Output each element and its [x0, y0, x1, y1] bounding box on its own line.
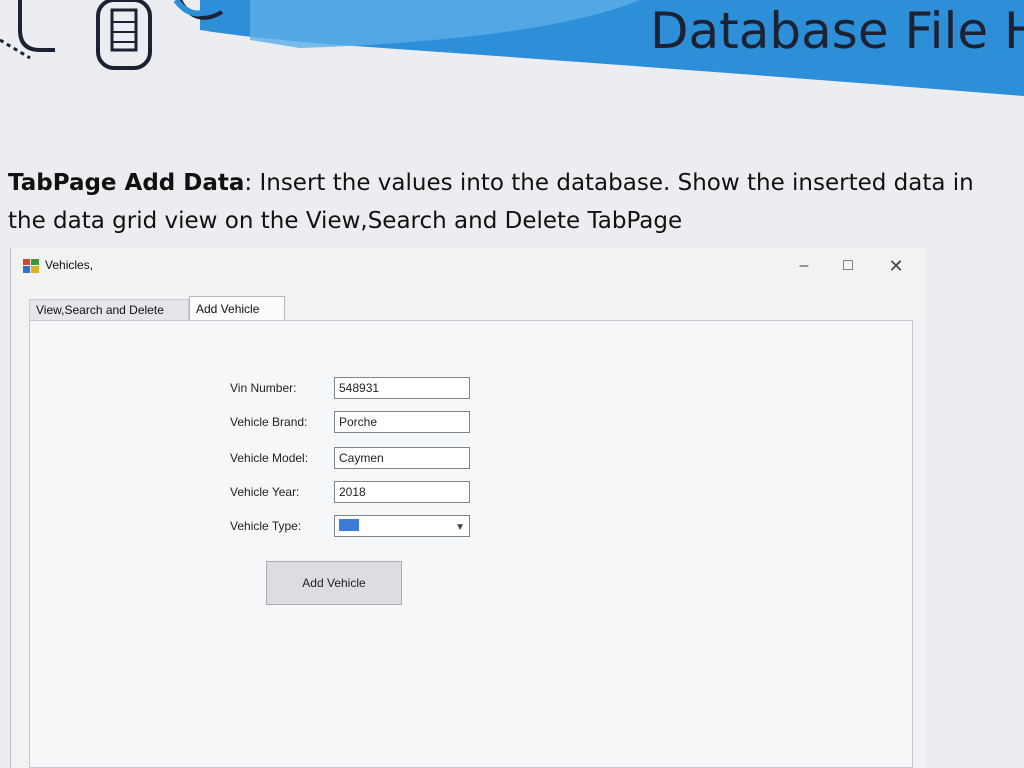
vehicles-window: Vehicles, – □ ✕ View,Search and Delete A…: [10, 248, 925, 768]
vehicle-type-dropdown[interactable]: ▼: [334, 515, 470, 537]
app-icon: [23, 259, 39, 273]
close-button[interactable]: ✕: [881, 254, 911, 278]
banner-title: Database File Ha: [650, 2, 1024, 60]
instruction-heading: TabPage Add Data: [8, 170, 245, 196]
chevron-down-icon[interactable]: ▼: [455, 520, 465, 536]
window-titlebar[interactable]: Vehicles, – □ ✕: [11, 248, 925, 284]
vehicle-type-label: Vehicle Type:: [230, 519, 302, 533]
vehicle-year-label: Vehicle Year:: [230, 485, 300, 499]
vin-number-label: Vin Number:: [230, 381, 297, 395]
vehicle-model-label: Vehicle Model:: [230, 451, 309, 465]
add-vehicle-panel: Vin Number: 548931 Vehicle Brand: Porche…: [29, 320, 913, 768]
instruction-text: TabPage Add Data: Insert the values into…: [8, 164, 1008, 240]
add-vehicle-button[interactable]: Add Vehicle: [266, 561, 402, 605]
maximize-button[interactable]: □: [833, 254, 863, 278]
minimize-button[interactable]: –: [789, 254, 819, 278]
tab-add-vehicle[interactable]: Add Vehicle: [189, 296, 285, 320]
tab-view-search-delete[interactable]: View,Search and Delete: [29, 299, 189, 320]
vehicle-year-input[interactable]: 2018: [334, 481, 470, 503]
document-banner: Database File Ha: [0, 0, 1024, 100]
vehicle-brand-label: Vehicle Brand:: [230, 415, 308, 429]
window-title: Vehicles,: [45, 258, 94, 272]
selected-value-highlight: [339, 519, 359, 531]
vin-number-input[interactable]: 548931: [334, 377, 470, 399]
vehicle-model-input[interactable]: Caymen: [334, 447, 470, 469]
vehicle-brand-input[interactable]: Porche: [334, 411, 470, 433]
